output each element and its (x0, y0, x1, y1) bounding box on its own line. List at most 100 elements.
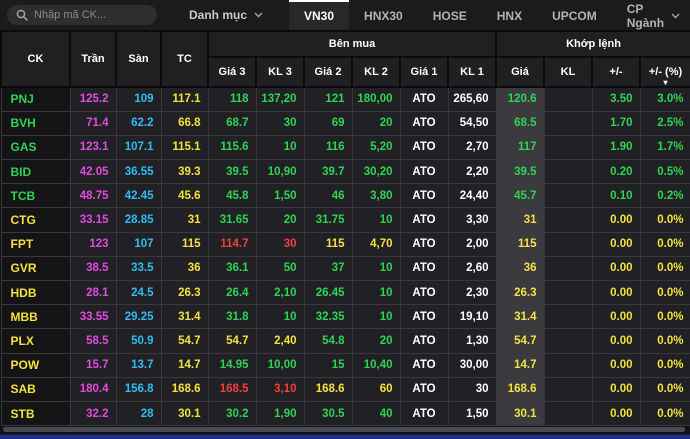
stock-row[interactable]: CTG33.1528.853131.652031.7510ATO3,30310.… (1, 208, 690, 232)
tab-label: CP Ngành (627, 2, 664, 30)
stock-row[interactable]: POW15.713.714.714.9510,001510,40ATO30,00… (1, 353, 690, 377)
cell-kl (544, 87, 592, 111)
cell-ck[interactable]: CTG (1, 208, 70, 232)
stock-search[interactable] (7, 5, 157, 25)
tab-hnx30[interactable]: HNX30 (349, 0, 418, 30)
cell-kl2: 10 (352, 256, 400, 280)
cell-kl3: 10 (256, 305, 304, 329)
cell-ck[interactable]: GVR (1, 256, 70, 280)
cell-ck[interactable]: BID (1, 160, 70, 184)
header-price3[interactable]: Giá 3 (208, 57, 256, 87)
cell-ck[interactable]: STB (1, 401, 70, 425)
cell-ck[interactable]: GAS (1, 135, 70, 159)
cell-ck[interactable]: MBB (1, 305, 70, 329)
cell-tran: 123 (70, 232, 116, 256)
tab-hnx[interactable]: HNX (482, 0, 537, 30)
cell-ck[interactable]: BVH (1, 111, 70, 135)
cell-ck[interactable]: PLX (1, 329, 70, 353)
stock-row[interactable]: PLX58.550.954.754.72,4054.820ATO1,3054.7… (1, 329, 690, 353)
tab-label: VN30 (304, 9, 334, 23)
header-vol2[interactable]: KL 2 (352, 57, 400, 87)
cell-tc: 66.8 (161, 111, 208, 135)
watchlist-menu[interactable]: Danh mục (189, 0, 263, 30)
cell-ck[interactable]: SAB (1, 377, 70, 401)
cell-pct: 0.0% (640, 256, 690, 280)
cell-san: 107 (116, 232, 161, 256)
tab-label: UPCOM (552, 9, 597, 23)
cell-chg: 0.00 (592, 305, 640, 329)
header-change-pct[interactable]: +/- (%) ▾ (640, 57, 690, 87)
header-change[interactable]: +/- (592, 57, 640, 87)
horizontal-scrollbar[interactable] (0, 426, 690, 434)
tab-cp-ngành[interactable]: CP Ngành (612, 0, 690, 30)
tab-vn30[interactable]: VN30 (289, 0, 349, 30)
stock-row[interactable]: GVR38.533.53636.1503710ATO2,60360.000.0% (1, 256, 690, 280)
cell-ck[interactable]: PNJ (1, 87, 70, 111)
cell-san: 33.5 (116, 256, 161, 280)
cell-chg: 0.00 (592, 329, 640, 353)
cell-pct: 0.0% (640, 401, 690, 425)
cell-kl2: 40 (352, 401, 400, 425)
cell-gia1: ATO (400, 305, 448, 329)
header-price1[interactable]: Giá 1 (400, 57, 448, 87)
cell-kl3: 50 (256, 256, 304, 280)
stock-row[interactable]: HDB28.124.526.326.42,1026.4510ATO2,3026.… (1, 281, 690, 305)
stock-row[interactable]: BID42.0536.5539.339.510,9039.730,20ATO2,… (1, 160, 690, 184)
stock-row[interactable]: SAB180.4156.8168.6168.53,10168.660ATO301… (1, 377, 690, 401)
cell-gia3: 54.7 (208, 329, 256, 353)
header-floor[interactable]: Sàn (116, 31, 161, 87)
stock-row[interactable]: PNJ125.2109117.1118137,20121180,00ATO265… (1, 87, 690, 111)
cell-gia3: 114.7 (208, 232, 256, 256)
cell-gia2: 32.35 (304, 305, 352, 329)
header-matched-price[interactable]: Giá (496, 57, 544, 87)
stock-row[interactable]: TCB48.7542.4545.645.81,50463,80ATO24,404… (1, 184, 690, 208)
header-vol1[interactable]: KL 1 (448, 57, 496, 87)
search-input[interactable] (34, 9, 148, 21)
header-vol3[interactable]: KL 3 (256, 57, 304, 87)
cell-gia2: 37 (304, 256, 352, 280)
chevron-down-icon (671, 13, 680, 19)
header-price2[interactable]: Giá 2 (304, 57, 352, 87)
cell-gia3: 45.8 (208, 184, 256, 208)
cell-tran: 42.05 (70, 160, 116, 184)
cell-gia3: 30.2 (208, 401, 256, 425)
cell-tc: 168.6 (161, 377, 208, 401)
cell-tran: 48.75 (70, 184, 116, 208)
scrollbar-thumb[interactable] (3, 427, 685, 432)
market-tabs: VN30HNX30HOSEHNXUPCOMCP NgànhThỏa thuận (289, 0, 690, 30)
header-symbol[interactable]: CK (1, 31, 70, 87)
stock-row[interactable]: BVH71.462.266.868.7306920ATO54,5068.51.7… (1, 111, 690, 135)
stock-row[interactable]: STB32.22830.130.21,9030.540ATO1,5030.10.… (1, 401, 690, 425)
cell-san: 13.7 (116, 353, 161, 377)
header-matched-vol[interactable]: KL (544, 57, 592, 87)
cell-kl (544, 256, 592, 280)
cell-chg: 1.70 (592, 111, 640, 135)
cell-gia1: ATO (400, 281, 448, 305)
header-ceiling[interactable]: Trần (70, 31, 116, 87)
cell-tc: 54.7 (161, 329, 208, 353)
stock-row[interactable]: MBB33.5529.2531.431.81032.3510ATO19,1031… (1, 305, 690, 329)
cell-san: 28.85 (116, 208, 161, 232)
cell-ck[interactable]: HDB (1, 281, 70, 305)
cell-gia3: 39.5 (208, 160, 256, 184)
top-bar: Danh mục VN30HNX30HOSEHNXUPCOMCP NgànhTh… (0, 0, 690, 30)
search-icon (16, 9, 28, 21)
cell-kl2: 3,80 (352, 184, 400, 208)
cell-gia1: ATO (400, 329, 448, 353)
cell-kl1: 2,60 (448, 256, 496, 280)
cell-tran: 38.5 (70, 256, 116, 280)
cell-pct: 1.7% (640, 135, 690, 159)
cell-kl (544, 377, 592, 401)
tab-upcom[interactable]: UPCOM (537, 0, 612, 30)
cell-kl3: 1,50 (256, 184, 304, 208)
tab-hose[interactable]: HOSE (418, 0, 482, 30)
stock-row[interactable]: GAS123.1107.1115.1115.6101165,20ATO2,701… (1, 135, 690, 159)
cell-kl2: 20 (352, 111, 400, 135)
cell-ck[interactable]: POW (1, 353, 70, 377)
cell-kl (544, 401, 592, 425)
stock-row[interactable]: FPT123107115114.7301154,70ATO2,001150.00… (1, 232, 690, 256)
cell-ck[interactable]: TCB (1, 184, 70, 208)
cell-tran: 33.15 (70, 208, 116, 232)
cell-ck[interactable]: FPT (1, 232, 70, 256)
header-reference[interactable]: TC (161, 31, 208, 87)
